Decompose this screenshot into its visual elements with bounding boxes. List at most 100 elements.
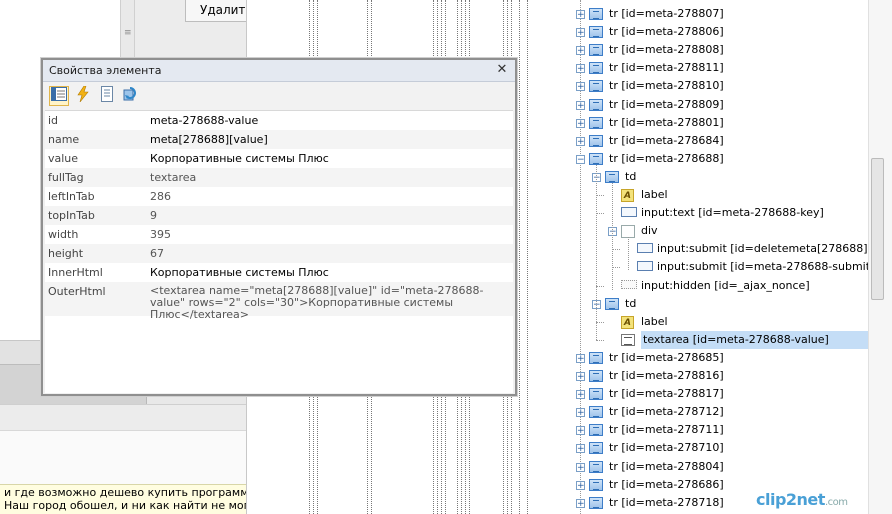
properties-icon[interactable] <box>49 86 69 106</box>
tree-node-label[interactable]: tr [id=meta-278710] <box>609 439 724 457</box>
tree-node-label[interactable]: input:hidden [id=_ajax_nonce] <box>641 277 810 295</box>
tree-node[interactable]: + tr [id=meta-278710] <box>546 439 868 457</box>
property-value[interactable]: 67 <box>150 244 164 263</box>
property-row[interactable]: leftInTab 286 <box>45 187 513 206</box>
property-value[interactable]: textarea <box>150 168 196 187</box>
tree-node-label[interactable]: tr [id=meta-278688] <box>609 150 724 168</box>
property-row[interactable]: InnerHtml Корпоративные системы Плюс <box>45 263 513 282</box>
expand-icon[interactable]: + <box>576 481 585 491</box>
property-row[interactable]: topInTab 9 <box>45 206 513 225</box>
tree-node[interactable]: textarea [id=meta-278688-value] <box>546 331 870 349</box>
splitter-grip-icon[interactable]: ≡ <box>124 28 132 38</box>
property-row[interactable]: OuterHtml <textarea name="meta[278688][va… <box>45 282 513 321</box>
tree-node[interactable]: − tr [id=meta-278688] <box>546 150 868 168</box>
property-value[interactable]: Корпоративные системы Плюс <box>150 263 329 282</box>
tree-node-label[interactable]: input:submit [id=deletemeta[278688]] <box>657 240 872 258</box>
tree-node-label[interactable]: tr [id=meta-278806] <box>609 23 724 41</box>
tree-scrollbar[interactable] <box>868 0 892 514</box>
scrollbar-thumb[interactable] <box>871 158 884 300</box>
expand-icon[interactable]: + <box>576 372 585 382</box>
expand-icon[interactable]: + <box>576 354 585 364</box>
tree-node-label[interactable]: textarea [id=meta-278688-value] <box>641 331 870 349</box>
tree-node-label[interactable]: tr [id=meta-278807] <box>609 5 724 23</box>
tree-node[interactable]: + tr [id=meta-278804] <box>546 458 868 476</box>
events-lightning-icon[interactable] <box>73 85 93 106</box>
tree-node[interactable]: + tr [id=meta-278684] <box>546 132 868 150</box>
collapse-icon[interactable]: − <box>576 155 585 165</box>
expand-icon[interactable]: + <box>576 101 585 111</box>
tree-node[interactable]: + tr [id=meta-278807] <box>546 5 868 23</box>
tree-node[interactable]: + tr [id=meta-278810] <box>546 77 868 95</box>
tree-node-label[interactable]: tr [id=meta-278684] <box>609 132 724 150</box>
tree-node-label[interactable]: tr [id=meta-278801] <box>609 114 724 132</box>
tree-node[interactable]: Alabel <box>546 186 868 204</box>
tree-node-label[interactable]: tr [id=meta-278711] <box>609 421 724 439</box>
tree-node[interactable]: + tr [id=meta-278808] <box>546 41 868 59</box>
tree-node-label[interactable]: td <box>625 295 636 313</box>
page-icon[interactable] <box>97 86 117 106</box>
expand-icon[interactable]: + <box>576 119 585 129</box>
dialog-title[interactable]: Свойства элемента <box>43 60 515 82</box>
close-icon[interactable]: ✕ <box>495 61 509 79</box>
tree-node[interactable]: − div <box>546 222 868 240</box>
expand-icon[interactable]: + <box>576 46 585 56</box>
tree-node-label[interactable]: tr [id=meta-278810] <box>609 77 724 95</box>
expand-icon[interactable]: + <box>576 390 585 400</box>
tree-node-label[interactable]: input:submit [id=meta-278688-submit] <box>657 258 874 276</box>
tree-node-label[interactable]: tr [id=meta-278809] <box>609 96 724 114</box>
tree-node[interactable]: Alabel <box>546 313 868 331</box>
property-row[interactable]: value Корпоративные системы Плюс <box>45 149 513 168</box>
expand-icon[interactable]: + <box>576 463 585 473</box>
tree-node[interactable]: input:hidden [id=_ajax_nonce] <box>546 277 868 295</box>
tree-node[interactable]: + tr [id=meta-278817] <box>546 385 868 403</box>
tree-node-label[interactable]: label <box>641 313 668 331</box>
tree-node-label[interactable]: tr [id=meta-278804] <box>609 458 724 476</box>
expand-icon[interactable]: + <box>576 82 585 92</box>
expand-icon[interactable]: + <box>576 499 585 509</box>
tree-node-label[interactable]: tr [id=meta-278712] <box>609 403 724 421</box>
tree-node-label[interactable]: input:text [id=meta-278688-key] <box>641 204 824 222</box>
property-value[interactable]: meta[278688][value] <box>150 130 268 149</box>
tree-node-label[interactable]: tr [id=meta-278811] <box>609 59 724 77</box>
property-row[interactable]: name meta[278688][value] <box>45 130 513 149</box>
tree-node-label[interactable]: td <box>625 168 636 186</box>
tree-node[interactable]: input:submit [id=meta-278688-submit] <box>546 258 874 276</box>
tree-node[interactable]: input:submit [id=deletemeta[278688]] <box>546 240 872 258</box>
property-row[interactable]: height 67 <box>45 244 513 263</box>
tree-node-label[interactable]: tr [id=meta-278808] <box>609 41 724 59</box>
tree-node[interactable]: − td <box>546 168 868 186</box>
tree-node[interactable]: + tr [id=meta-278801] <box>546 114 868 132</box>
property-row[interactable]: fullTag textarea <box>45 168 513 187</box>
property-row[interactable]: id meta-278688-value <box>45 111 513 130</box>
expand-icon[interactable]: + <box>576 28 585 38</box>
tree-node-label[interactable]: div <box>641 222 658 240</box>
property-value[interactable]: 9 <box>150 206 157 225</box>
expand-icon[interactable]: + <box>576 444 585 454</box>
expand-icon[interactable]: + <box>576 408 585 418</box>
tree-node[interactable]: + tr [id=meta-278816] <box>546 367 868 385</box>
refresh-icon[interactable] <box>121 86 141 106</box>
expand-icon[interactable]: + <box>576 64 585 74</box>
tree-node-label[interactable]: tr [id=meta-278685] <box>609 349 724 367</box>
tree-node-label[interactable]: tr [id=meta-278816] <box>609 367 724 385</box>
tree-node[interactable]: + tr [id=meta-278685] <box>546 349 868 367</box>
tree-node[interactable]: + tr [id=meta-278711] <box>546 421 868 439</box>
tree-node[interactable]: − td <box>546 295 868 313</box>
expand-icon[interactable]: + <box>576 137 585 147</box>
tree-node-label[interactable]: tr [id=meta-278686] <box>609 476 724 494</box>
delete-button[interactable]: Удалит <box>185 0 251 22</box>
tree-node[interactable]: + tr [id=meta-278712] <box>546 403 868 421</box>
property-row[interactable]: width 395 <box>45 225 513 244</box>
property-value[interactable]: meta-278688-value <box>150 111 258 130</box>
tree-node-label[interactable]: label <box>641 186 668 204</box>
property-value[interactable]: Корпоративные системы Плюс <box>150 149 329 168</box>
tree-node[interactable]: + tr [id=meta-278809] <box>546 96 868 114</box>
tree-node[interactable]: + tr [id=meta-278806] <box>546 23 868 41</box>
tree-node-label[interactable]: tr [id=meta-278718] <box>609 494 724 512</box>
property-value[interactable]: <textarea name="meta[278688][value]" id=… <box>150 285 490 321</box>
tree-node[interactable]: + tr [id=meta-278811] <box>546 59 868 77</box>
expand-icon[interactable]: + <box>576 10 585 20</box>
property-value[interactable]: 286 <box>150 187 171 206</box>
tree-node-label[interactable]: tr [id=meta-278817] <box>609 385 724 403</box>
expand-icon[interactable]: + <box>576 426 585 436</box>
